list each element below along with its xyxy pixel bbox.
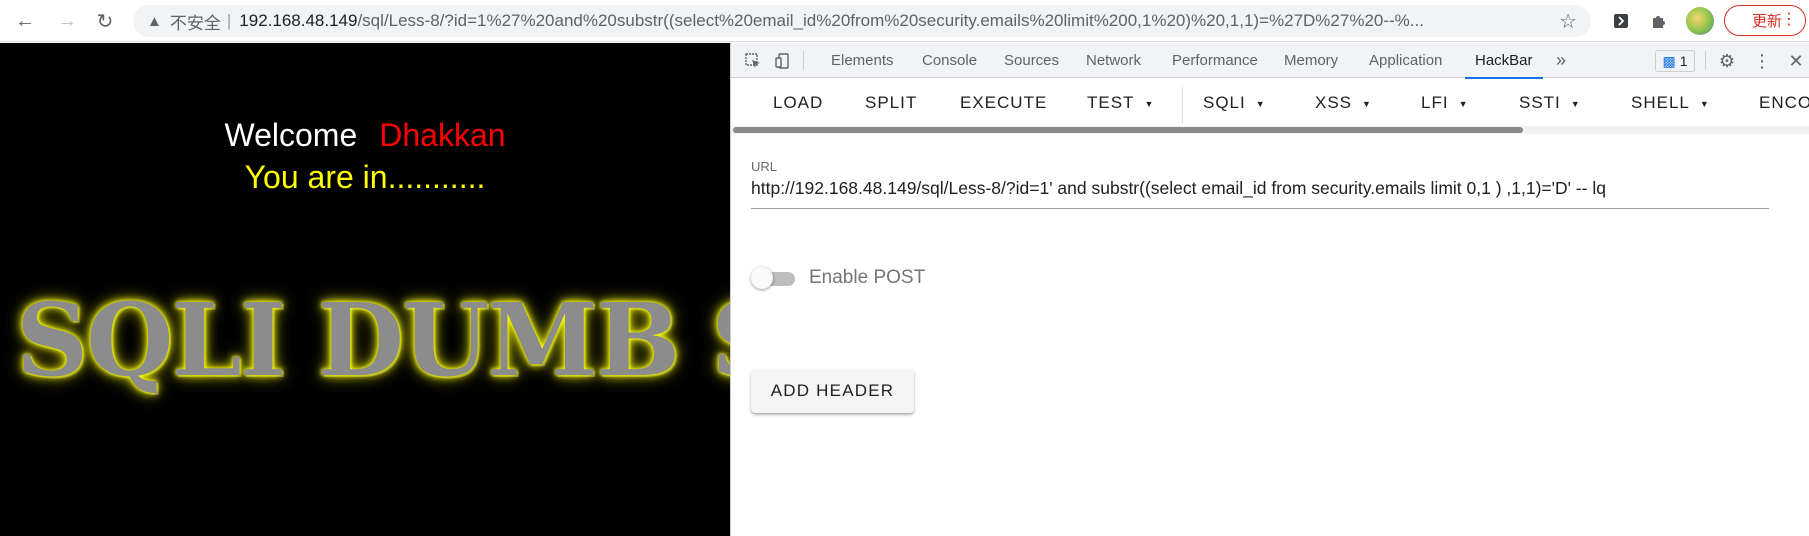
reload-icon[interactable]: ↻ xyxy=(92,8,118,34)
lfi-menu-button[interactable]: LFI ▼ xyxy=(1421,89,1468,117)
caret-down-icon: ▼ xyxy=(1144,98,1155,109)
url-label: URL xyxy=(751,159,778,174)
shell-label: SHELL xyxy=(1631,93,1690,112)
profile-avatar[interactable] xyxy=(1686,7,1714,35)
test-menu-button[interactable]: TEST ▼ xyxy=(1087,89,1154,117)
forward-arrow-icon[interactable]: → xyxy=(54,8,80,34)
update-button[interactable]: 更新 ⋮ xyxy=(1724,5,1806,36)
menu-scrollbar-thumb[interactable] xyxy=(733,127,1523,133)
message-icon: ▩ xyxy=(1662,52,1676,69)
tab-hackbar[interactable]: HackBar xyxy=(1465,43,1542,79)
url-field[interactable]: URL http://192.168.48.149/sql/Less-8/?id… xyxy=(751,159,1769,209)
test-label: TEST xyxy=(1087,93,1135,112)
update-label: 更新 xyxy=(1752,13,1783,30)
hackbar-menu: LOAD SPLIT EXECUTE TEST ▼ SQLI ▼ XSS ▼ LFI ▼… xyxy=(731,79,1809,124)
welcome-text: Welcome xyxy=(224,117,358,153)
ssti-menu-button[interactable]: SSTI ▼ xyxy=(1519,89,1581,117)
lfi-label: LFI xyxy=(1421,93,1449,112)
load-button[interactable]: LOAD xyxy=(773,89,823,117)
encoding-menu-button[interactable]: ENCO xyxy=(1759,89,1809,117)
devtools-tab-bar: Elements Console Sources Network Perform… xyxy=(731,43,1809,79)
split-button[interactable]: SPLIT xyxy=(865,89,917,117)
caret-down-icon: ▼ xyxy=(1362,98,1372,109)
add-header-button[interactable]: ADD HEADER xyxy=(751,369,914,413)
execute-button[interactable]: EXECUTE xyxy=(960,89,1047,117)
xss-menu-button[interactable]: XSS ▼ xyxy=(1315,89,1372,117)
menu-dots-icon: ⋮ xyxy=(1781,11,1797,28)
page-viewport: Welcome Dhakkan You are in........... SQL… xyxy=(0,43,730,536)
kebab-menu-icon[interactable]: ⋮ xyxy=(1752,51,1772,71)
devtools-panel: Elements Console Sources Network Perform… xyxy=(730,43,1809,536)
settings-gear-icon[interactable]: ⚙ xyxy=(1717,51,1737,71)
url-input[interactable]: http://192.168.48.149/sql/Less-8/?id=1' … xyxy=(751,178,1769,209)
ssti-label: SSTI xyxy=(1519,93,1561,112)
execute-label: EXECUTE xyxy=(960,93,1048,112)
url-path: /sql/Less-8/?id=1%27%20and%20substr((sel… xyxy=(357,11,1424,30)
status-message: You are in........... xyxy=(244,159,486,195)
caret-down-icon: ▼ xyxy=(1570,98,1581,109)
tab-elements[interactable]: Elements xyxy=(831,43,894,78)
address-bar[interactable]: ▲ 不安全 | 192.168.48.149/sql/Less-8/?id=1%… xyxy=(133,5,1591,37)
tab-application[interactable]: Application xyxy=(1369,43,1442,78)
menu-divider xyxy=(1182,87,1183,124)
more-tabs-icon[interactable]: » xyxy=(1556,43,1566,78)
tab-network[interactable]: Network xyxy=(1086,43,1141,78)
welcome-name: Dhakkan xyxy=(379,117,506,153)
sqli-dumb-banner: SQLI DUMB S xyxy=(16,281,730,399)
caret-down-icon: ▼ xyxy=(1699,98,1710,109)
bookmark-star-icon[interactable]: ☆ xyxy=(1559,9,1577,34)
split-label: SPLIT xyxy=(865,93,918,112)
welcome-line: Welcome Dhakkan xyxy=(0,117,730,154)
switch-knob xyxy=(751,267,773,289)
tab-sources[interactable]: Sources xyxy=(1004,43,1059,78)
sqli-menu-button[interactable]: SQLI ▼ xyxy=(1203,89,1266,117)
tab-separator xyxy=(1705,51,1706,70)
insecure-label: 不安全 xyxy=(169,13,221,33)
warning-icon: ▲ xyxy=(147,12,162,30)
enable-post-toggle[interactable]: Enable POST xyxy=(751,267,925,289)
post-switch[interactable] xyxy=(751,267,799,289)
inspect-element-icon[interactable] xyxy=(743,51,763,71)
encoding-label: ENCO xyxy=(1759,93,1809,112)
add-header-label: ADD HEADER xyxy=(770,381,895,400)
tab-performance[interactable]: Performance xyxy=(1172,43,1258,78)
extension-icon[interactable] xyxy=(1609,9,1633,33)
issues-badge[interactable]: ▩ 1 xyxy=(1655,50,1695,72)
address-url: 192.168.48.149/sql/Less-8/?id=1%27%20and… xyxy=(239,11,1424,31)
close-icon[interactable]: ✕ xyxy=(1786,51,1806,71)
url-separator: | xyxy=(226,11,232,30)
shell-menu-button[interactable]: SHELL ▼ xyxy=(1631,89,1710,117)
tab-memory[interactable]: Memory xyxy=(1284,43,1338,78)
load-label: LOAD xyxy=(773,93,824,112)
device-toolbar-icon[interactable] xyxy=(773,51,793,71)
tab-separator xyxy=(803,51,804,70)
message-count: 1 xyxy=(1679,53,1688,69)
xss-label: XSS xyxy=(1315,93,1353,112)
enable-post-label: Enable POST xyxy=(809,267,926,288)
url-host: 192.168.48.149 xyxy=(239,11,358,30)
sqli-label: SQLI xyxy=(1203,93,1246,112)
browser-toolbar: ← → ↻ ▲ 不安全 | 192.168.48.149/sql/Less-8/… xyxy=(0,0,1809,42)
caret-down-icon: ▼ xyxy=(1458,98,1469,109)
tab-console[interactable]: Console xyxy=(922,43,977,78)
caret-down-icon: ▼ xyxy=(1255,98,1266,109)
back-arrow-icon[interactable]: ← xyxy=(12,8,38,34)
menu-scrollbar[interactable] xyxy=(731,126,1809,134)
puzzle-extensions-icon[interactable] xyxy=(1647,9,1671,33)
